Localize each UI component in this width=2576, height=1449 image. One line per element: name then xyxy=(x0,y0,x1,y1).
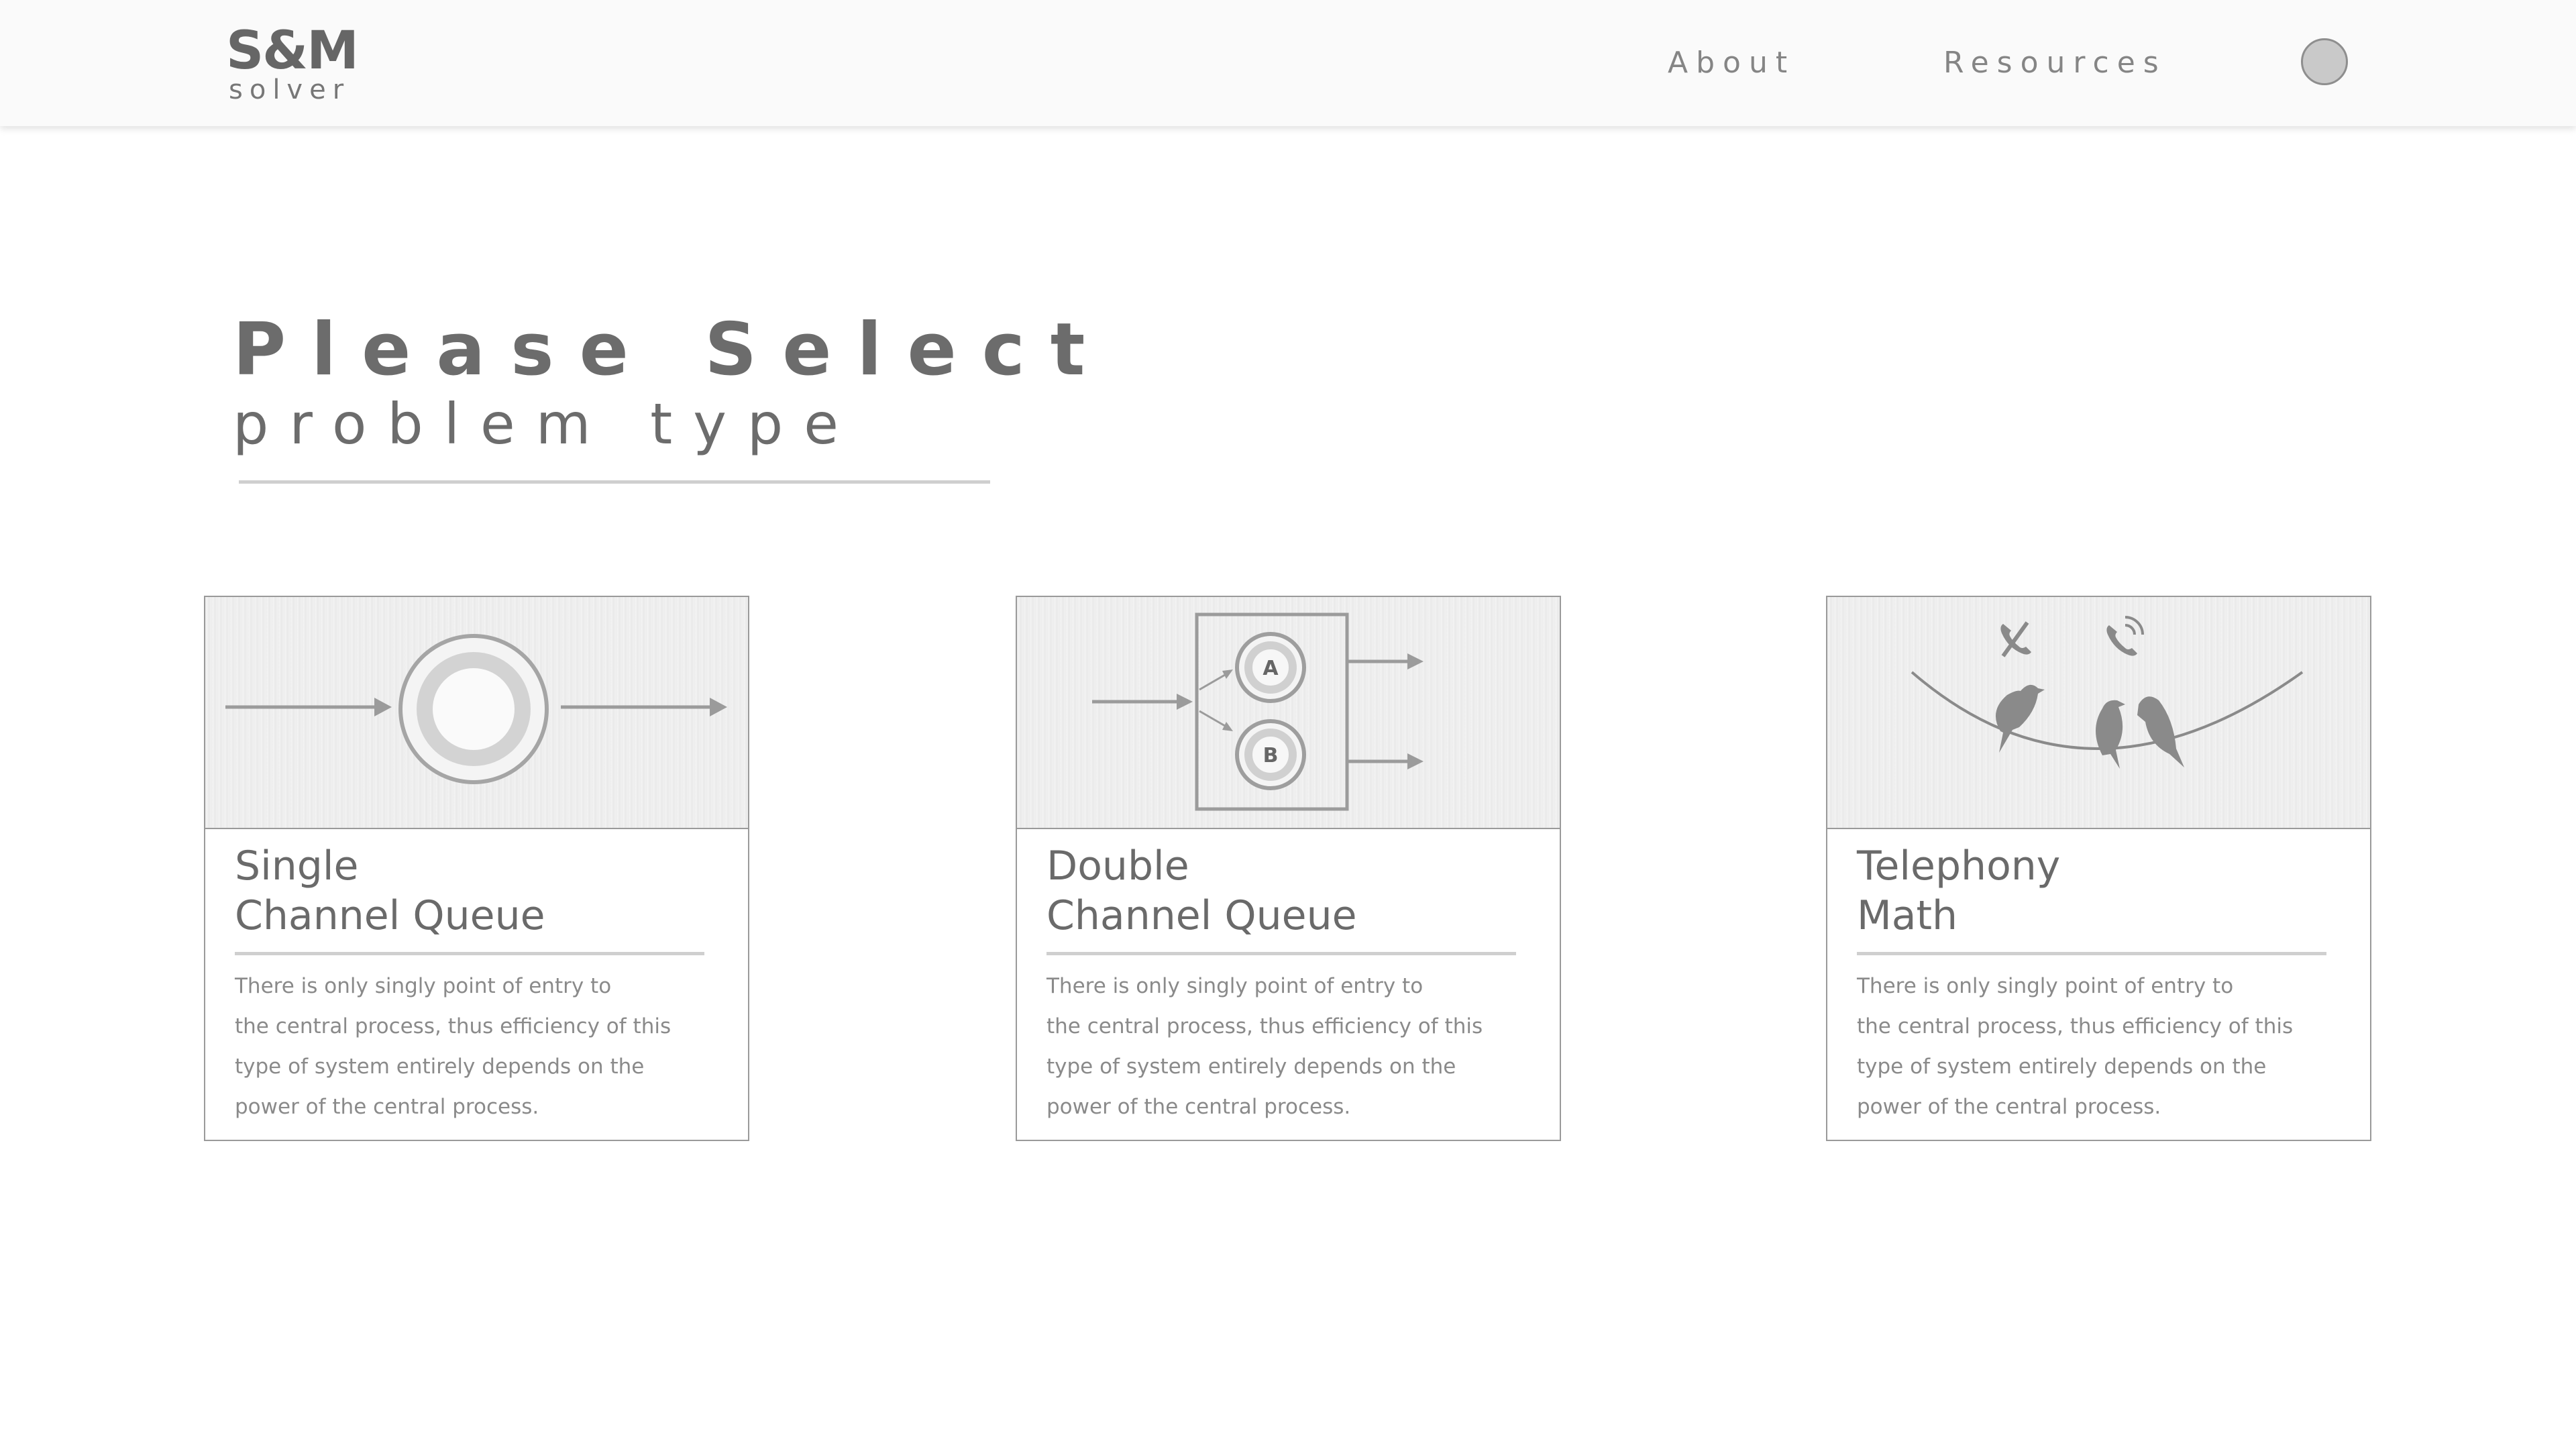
bird-icon xyxy=(2137,696,2184,767)
nav-link-about[interactable]: About xyxy=(1668,44,1795,82)
card-divider xyxy=(1857,952,2326,955)
card-telephony-math[interactable]: Telephony Math There is only singly poin… xyxy=(1826,596,2371,1141)
card-description: There is only singly point of entry to t… xyxy=(235,974,672,1119)
bird-icon xyxy=(1995,684,2045,753)
card-title: Telephony Math xyxy=(1857,843,2061,939)
single-channel-diagram-icon xyxy=(225,634,727,784)
birds-on-wire-icon xyxy=(1911,616,2304,769)
phone-ringing-icon xyxy=(2106,616,2144,656)
logo-main-text: S&M xyxy=(226,21,359,81)
card-description: There is only singly point of entry to t… xyxy=(1857,974,2294,1119)
top-navbar: S&M solver About Resources xyxy=(0,0,2576,126)
phone-crossed-icon xyxy=(2000,621,2031,657)
bird-icon xyxy=(2096,700,2125,769)
telephony-image xyxy=(1827,597,2370,829)
server-a-label: A xyxy=(1263,657,1279,680)
card-description: There is only singly point of entry to t… xyxy=(1046,974,1483,1119)
double-channel-image: A B xyxy=(1017,597,1560,829)
card-single-channel-queue[interactable]: Single Channel Queue There is only singl… xyxy=(204,596,749,1141)
logo[interactable]: S&M solver xyxy=(226,21,359,105)
card-double-channel-queue[interactable]: A B Double Channel Queue There is only s… xyxy=(1016,596,1561,1141)
page-subtitle: problem type xyxy=(233,391,859,457)
server-b-label: B xyxy=(1263,744,1279,767)
logo-sub-text: solver xyxy=(229,74,351,105)
card-title: Single Channel Queue xyxy=(235,843,545,939)
page-title: Please Select xyxy=(233,308,1111,392)
card-divider xyxy=(235,952,704,955)
double-channel-diagram-icon: A B xyxy=(1092,612,1424,811)
nav-link-resources[interactable]: Resources xyxy=(1943,44,2167,82)
title-divider xyxy=(239,480,990,484)
user-avatar[interactable] xyxy=(2301,38,2348,85)
card-title: Double Channel Queue xyxy=(1046,843,1357,939)
card-divider xyxy=(1046,952,1516,955)
single-channel-image xyxy=(205,597,748,829)
